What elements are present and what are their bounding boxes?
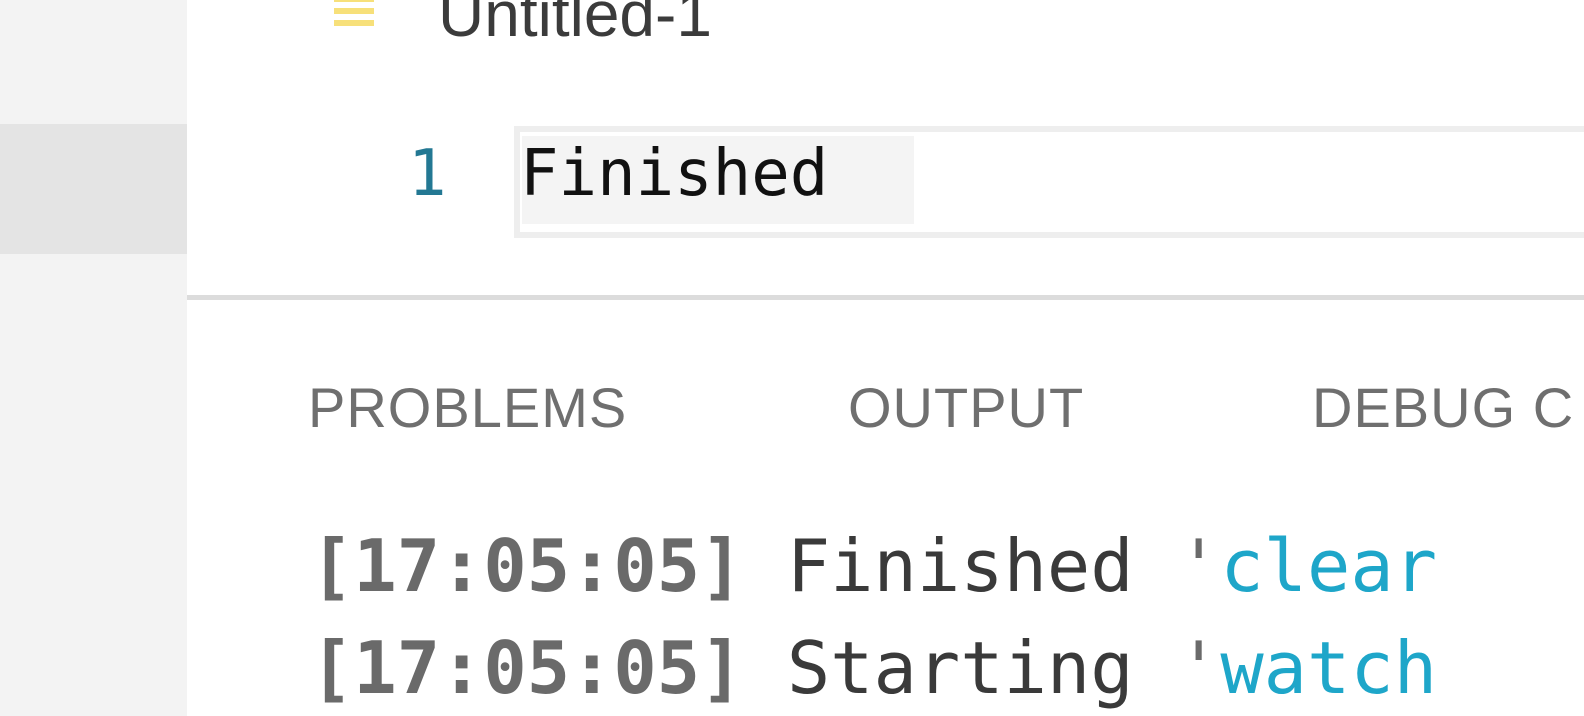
editor-tab-title[interactable]: Untitled-1 — [438, 0, 712, 46]
output-task-name: watch — [1220, 626, 1438, 710]
text-file-icon — [334, 0, 374, 42]
output-quote: ' — [1176, 524, 1221, 608]
output-quote: ' — [1176, 626, 1221, 710]
line-number: 1 — [408, 137, 447, 211]
tab-problems[interactable]: PROBLEMS — [308, 380, 627, 436]
editor-tab-row — [187, 0, 1584, 60]
output-timestamp: [17:05:05] — [310, 626, 744, 710]
output-line: [17:05:05] Finished 'clear — [310, 530, 1437, 602]
tab-debug-console[interactable]: DEBUG C — [1312, 380, 1574, 436]
editor-window: Untitled-1 1 Finished PROBLEMS OUTPUT DE… — [0, 0, 1584, 716]
panel-divider[interactable] — [187, 295, 1584, 300]
tab-output[interactable]: OUTPUT — [848, 380, 1084, 436]
output-task-name: clear — [1220, 524, 1438, 608]
output-message: Finished — [743, 524, 1177, 608]
output-line: [17:05:05] Starting 'watch — [310, 632, 1437, 704]
sidebar — [0, 0, 187, 716]
output-message: Starting — [743, 626, 1177, 710]
sidebar-selected-item[interactable] — [0, 124, 187, 254]
editor-line-text[interactable]: Finished — [520, 142, 828, 206]
output-timestamp: [17:05:05] — [310, 524, 744, 608]
